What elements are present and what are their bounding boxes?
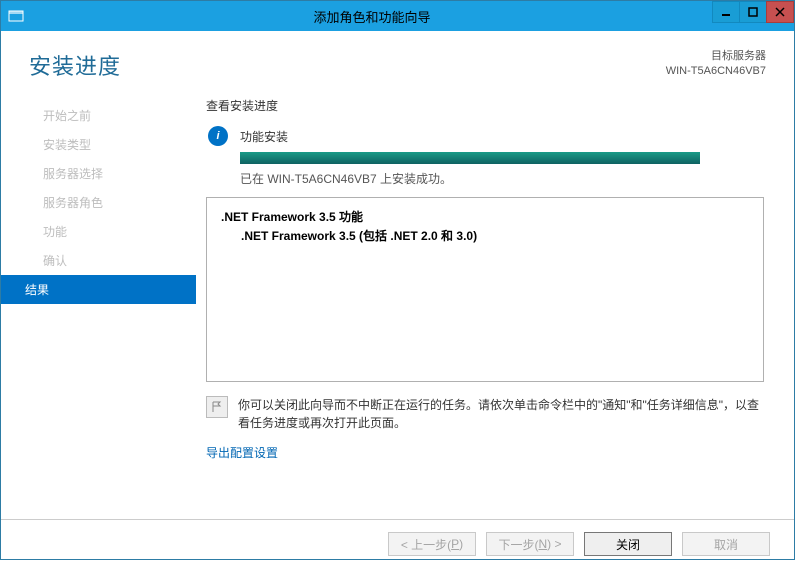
step-results[interactable]: 结果 [1, 275, 196, 304]
step-server-selection: 服务器选择 [1, 159, 196, 188]
window-titlebar: 添加角色和功能向导 [1, 1, 794, 31]
wizard-main-panel: 查看安装进度 i 功能安装 已在 WIN-T5A6CN46VB7 上安装成功。 … [196, 97, 794, 519]
export-config-link[interactable]: 导出配置设置 [206, 444, 764, 461]
step-confirmation: 确认 [1, 246, 196, 275]
window-title: 添加角色和功能向导 [31, 7, 713, 26]
page-title: 安装进度 [29, 49, 121, 81]
wizard-steps-sidebar: 开始之前 安装类型 服务器选择 服务器角色 功能 确认 结果 [1, 97, 196, 519]
step-features: 功能 [1, 217, 196, 246]
target-server-label: 目标服务器 [666, 49, 766, 64]
note-text: 你可以关闭此向导而不中断正在运行的任务。请依次单击命令栏中的"通知"和"任务详细… [238, 396, 764, 432]
install-progress-bar [240, 152, 700, 164]
flag-icon [206, 396, 228, 418]
minimize-button[interactable] [712, 1, 740, 23]
progress-message: 已在 WIN-T5A6CN46VB7 上安装成功。 [240, 170, 764, 187]
step-server-roles: 服务器角色 [1, 188, 196, 217]
maximize-button[interactable] [739, 1, 767, 23]
previous-button: < 上一步(P) [388, 532, 476, 556]
target-server-value: WIN-T5A6CN46VB7 [666, 64, 766, 79]
step-before-you-begin: 开始之前 [1, 101, 196, 130]
close-window-button[interactable] [766, 1, 794, 23]
target-server-block: 目标服务器 WIN-T5A6CN46VB7 [666, 49, 766, 80]
section-title: 查看安装进度 [206, 97, 764, 114]
wizard-footer: < 上一步(P) 下一步(N) > 关闭 取消 [1, 519, 794, 568]
info-icon: i [208, 126, 228, 146]
wizard-header: 安装进度 目标服务器 WIN-T5A6CN46VB7 [1, 31, 794, 87]
feature-parent: .NET Framework 3.5 功能 [221, 208, 749, 225]
next-button: 下一步(N) > [486, 532, 574, 556]
feature-child: .NET Framework 3.5 (包括 .NET 2.0 和 3.0) [221, 227, 749, 244]
close-button[interactable]: 关闭 [584, 532, 672, 556]
background-task-note: 你可以关闭此向导而不中断正在运行的任务。请依次单击命令栏中的"通知"和"任务详细… [206, 396, 764, 432]
app-icon [1, 1, 31, 31]
installed-features-box: .NET Framework 3.5 功能 .NET Framework 3.5… [206, 197, 764, 382]
status-label: 功能安装 [240, 128, 288, 145]
step-install-type: 安装类型 [1, 130, 196, 159]
cancel-button: 取消 [682, 532, 770, 556]
